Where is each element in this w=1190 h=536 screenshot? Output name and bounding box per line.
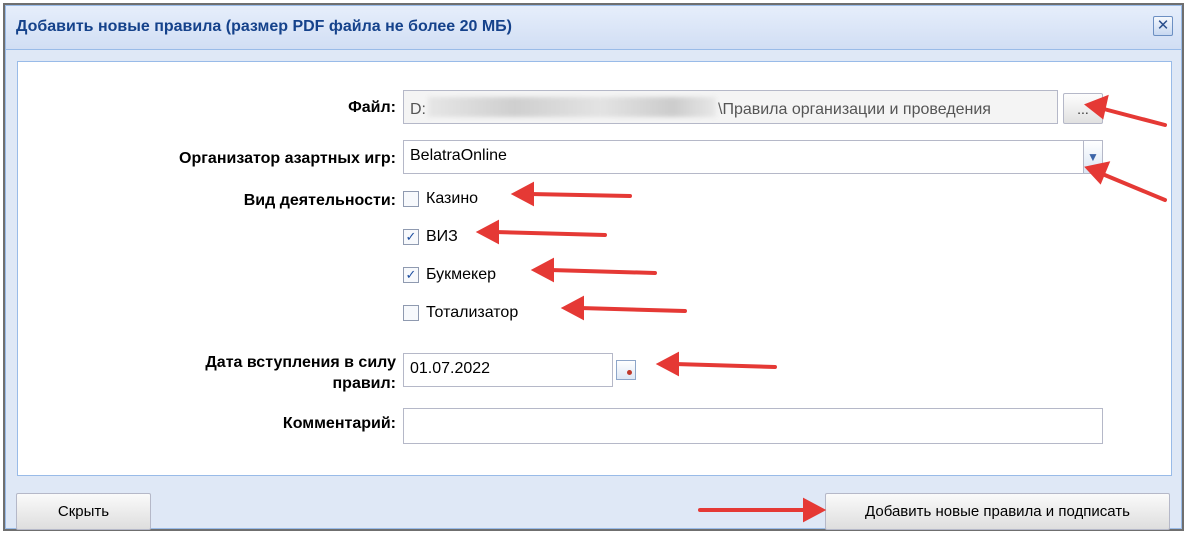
activity-casino[interactable]: Казино (403, 190, 478, 208)
organizer-label: Организатор азартных игр: (179, 150, 396, 167)
checkbox-icon[interactable] (403, 305, 419, 321)
activity-totalizator-label: Тотализатор (426, 304, 519, 321)
file-path-redacted (428, 97, 716, 117)
dialog-frame: Добавить новые правила (размер PDF файла… (3, 3, 1184, 531)
form-panel: Файл: D: \Правила организации и проведени… (17, 61, 1172, 476)
comment-field[interactable] (403, 408, 1103, 444)
comment-label: Комментарий: (282, 415, 396, 432)
activity-bookmaker-label: Букмекер (426, 266, 497, 283)
organizer-combo[interactable]: BelatraOnline (403, 140, 1103, 174)
activity-label: Вид деятельности: (243, 192, 396, 209)
chevron-down-icon[interactable]: ▼ (1083, 141, 1102, 173)
browse-button[interactable]: ... (1063, 93, 1103, 124)
file-path-prefix: D: (410, 101, 426, 118)
activity-totalizator[interactable]: Тотализатор (403, 304, 518, 322)
dialog-title: Добавить новые правила (размер PDF файла… (16, 18, 512, 35)
effective-date-label: Дата вступления в силу правил: (205, 352, 396, 394)
activity-viz[interactable]: ✓ ВИЗ (403, 228, 458, 246)
file-path-field[interactable]: D: \Правила организации и проведения (403, 90, 1058, 124)
add-and-sign-button[interactable]: Добавить новые правила и подписать (825, 493, 1170, 530)
checkbox-checked-icon[interactable]: ✓ (403, 267, 419, 283)
checkbox-checked-icon[interactable]: ✓ (403, 229, 419, 245)
activity-casino-label: Казино (426, 190, 479, 207)
hide-button[interactable]: Скрыть (16, 493, 151, 530)
file-path-suffix: \Правила организации и проведения (718, 101, 991, 118)
effective-date-field[interactable]: 01.07.2022 (403, 353, 613, 387)
file-label: Файл: (348, 99, 396, 116)
close-icon[interactable]: ✕ (1153, 16, 1173, 36)
calendar-icon[interactable] (616, 360, 636, 380)
effective-date-label-line2: правил: (332, 375, 397, 392)
activity-bookmaker[interactable]: ✓ Букмекер (403, 266, 496, 284)
dialog-titlebar: Добавить новые правила (размер PDF файла… (6, 6, 1181, 50)
activity-viz-label: ВИЗ (426, 228, 458, 245)
effective-date-label-line1: Дата вступления в силу (205, 354, 396, 371)
add-rules-dialog: Добавить новые правила (размер PDF файла… (5, 5, 1182, 530)
checkbox-icon[interactable] (403, 191, 419, 207)
